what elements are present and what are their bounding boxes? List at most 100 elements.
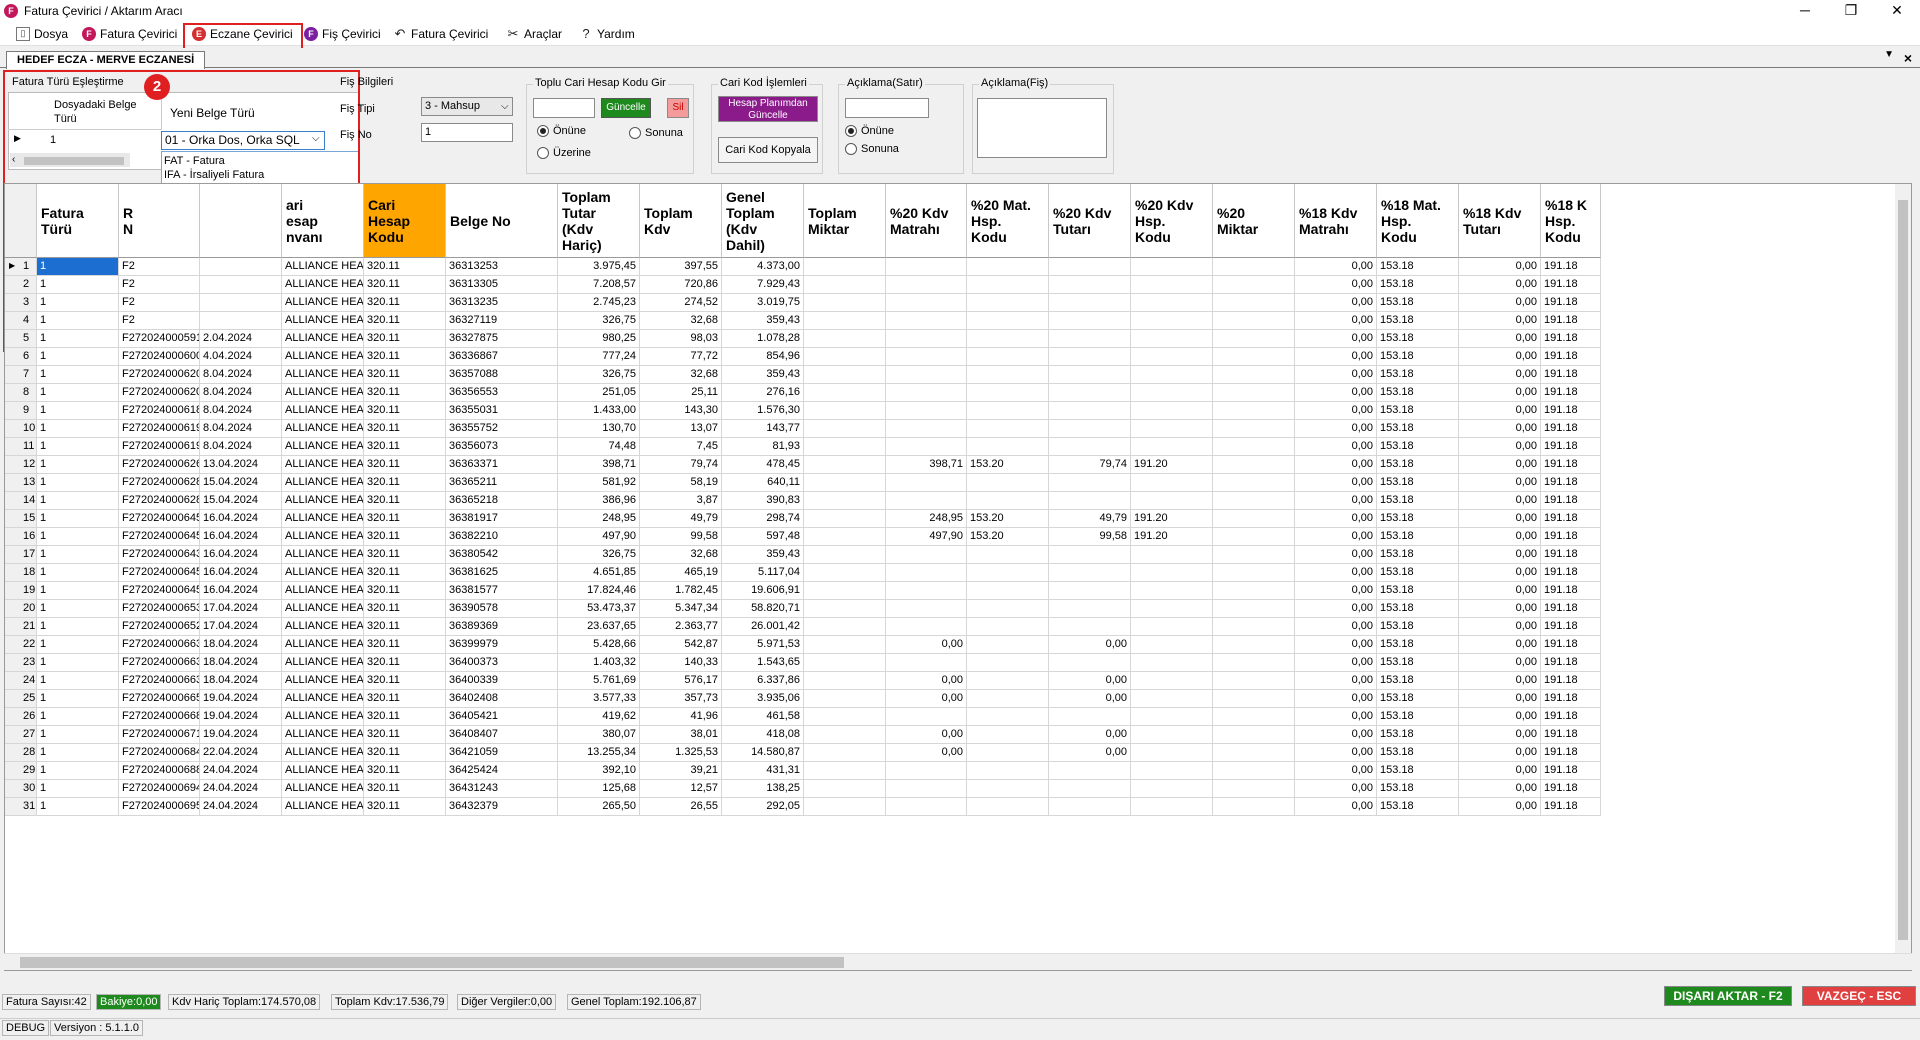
column-header[interactable]: %20 Mat. Hsp. Kodu [967,184,1049,258]
table-cell[interactable] [967,366,1049,384]
table-cell[interactable]: 41,96 [640,708,722,726]
table-cell[interactable]: 36356553 [446,384,558,402]
table-cell[interactable] [967,582,1049,600]
table-cell[interactable] [886,276,967,294]
table-cell[interactable]: 8.04.2024 [200,420,282,438]
table-cell[interactable] [886,312,967,330]
table-cell[interactable]: 36421059 [446,744,558,762]
table-cell[interactable]: 14 [5,492,37,510]
table-cell[interactable] [804,780,886,798]
table-cell[interactable]: 1 [37,690,119,708]
table-row[interactable]: 111F272024000619...8.04.2024ALLIANCE HEA… [5,438,1911,456]
table-cell[interactable] [1131,762,1213,780]
table-row[interactable]: 101F272024000619...8.04.2024ALLIANCE HEA… [5,420,1911,438]
table-cell[interactable]: ALLIANCE HEAL... [282,510,364,528]
tab-dropdown-icon[interactable]: ▼ [1884,49,1894,60]
table-cell[interactable]: 265,50 [558,798,640,816]
table-cell[interactable]: ALLIANCE HEAL... [282,528,364,546]
column-header[interactable]: Fatura Türü [37,184,119,258]
table-cell[interactable]: 0,00 [1295,528,1377,546]
table-cell[interactable]: 0,00 [1459,618,1541,636]
table-cell[interactable] [804,438,886,456]
table-cell[interactable] [1049,294,1131,312]
table-cell[interactable] [804,546,886,564]
table-cell[interactable]: 32,68 [640,546,722,564]
table-cell[interactable] [1131,312,1213,330]
table-cell[interactable]: 0,00 [1295,600,1377,618]
table-cell[interactable]: 53.473,37 [558,600,640,618]
table-cell[interactable] [1213,636,1295,654]
table-row[interactable]: 301F272024000694...24.04.2024ALLIANCE HE… [5,780,1911,798]
table-cell[interactable]: 1 [37,528,119,546]
table-cell[interactable] [1049,582,1131,600]
table-row[interactable]: 231F272024000663...18.04.2024ALLIANCE HE… [5,654,1911,672]
table-cell[interactable]: ALLIANCE HEAL... [282,582,364,600]
table-cell[interactable]: ALLIANCE HEAL... [282,708,364,726]
table-cell[interactable]: 0,00 [1295,276,1377,294]
table-cell[interactable]: 79,74 [640,456,722,474]
table-cell[interactable] [1049,330,1131,348]
table-cell[interactable]: 4.04.2024 [200,348,282,366]
table-cell[interactable]: 320.11 [364,330,446,348]
table-cell[interactable] [1213,294,1295,312]
table-cell[interactable]: 1 [37,474,119,492]
table-cell[interactable]: 13.255,34 [558,744,640,762]
table-cell[interactable]: 27 [5,726,37,744]
table-cell[interactable]: 597,48 [722,528,804,546]
table-cell[interactable]: 0,00 [1459,546,1541,564]
table-cell[interactable] [804,420,886,438]
table-cell[interactable]: 8.04.2024 [200,384,282,402]
table-cell[interactable]: ALLIANCE HEAL... [282,348,364,366]
table-cell[interactable] [804,654,886,672]
table-cell[interactable]: F272024000653... [119,600,200,618]
table-cell[interactable] [886,402,967,420]
column-header[interactable]: Toplam Kdv [640,184,722,258]
table-cell[interactable]: 320.11 [364,762,446,780]
table-cell[interactable] [886,798,967,816]
table-cell[interactable] [967,762,1049,780]
table-cell[interactable]: 320.11 [364,474,446,492]
table-cell[interactable]: F272024000684... [119,744,200,762]
table-cell[interactable] [1213,672,1295,690]
table-cell[interactable]: 320.11 [364,636,446,654]
table-cell[interactable]: 320.11 [364,420,446,438]
table-cell[interactable]: 23 [5,654,37,672]
table-cell[interactable]: 398,71 [886,456,967,474]
table-row[interactable]: 261F272024000668...19.04.2024ALLIANCE HE… [5,708,1911,726]
table-cell[interactable] [1131,618,1213,636]
table-cell[interactable]: 49,79 [640,510,722,528]
table-cell[interactable] [804,348,886,366]
table-cell[interactable] [1049,492,1131,510]
table-cell[interactable] [1131,348,1213,366]
table-cell[interactable]: 320.11 [364,510,446,528]
table-cell[interactable]: F272024000663... [119,654,200,672]
table-cell[interactable]: 0,00 [1459,330,1541,348]
table-row[interactable]: 201F272024000653...17.04.2024ALLIANCE HE… [5,600,1911,618]
table-cell[interactable]: 17.04.2024 [200,600,282,618]
table-cell[interactable] [1213,510,1295,528]
table-cell[interactable] [804,456,886,474]
close-button[interactable]: ✕ [1874,0,1920,22]
table-cell[interactable]: 5.117,04 [722,564,804,582]
table-cell[interactable]: 36400373 [446,654,558,672]
table-cell[interactable]: 16.04.2024 [200,546,282,564]
table-cell[interactable]: 153.20 [967,456,1049,474]
table-cell[interactable] [886,438,967,456]
table-cell[interactable]: 1 [37,618,119,636]
table-cell[interactable]: 320.11 [364,276,446,294]
table-cell[interactable]: 17 [5,546,37,564]
table-cell[interactable]: 0,00 [1295,312,1377,330]
table-cell[interactable]: ALLIANCE HEAL... [282,600,364,618]
table-cell[interactable] [1213,528,1295,546]
table-row[interactable]: 141F272024000628...15.04.2024ALLIANCE HE… [5,492,1911,510]
table-cell[interactable]: 5.347,34 [640,600,722,618]
table-cell[interactable]: 191.18 [1541,564,1601,582]
table-cell[interactable] [1131,330,1213,348]
table-cell[interactable] [1049,654,1131,672]
table-cell[interactable] [804,672,886,690]
table-cell[interactable]: F272024000600... [119,348,200,366]
table-cell[interactable]: 36355752 [446,420,558,438]
table-cell[interactable]: 153.18 [1377,366,1459,384]
table-cell[interactable] [1049,762,1131,780]
menu-help[interactable]: ? Yardım [577,25,634,44]
